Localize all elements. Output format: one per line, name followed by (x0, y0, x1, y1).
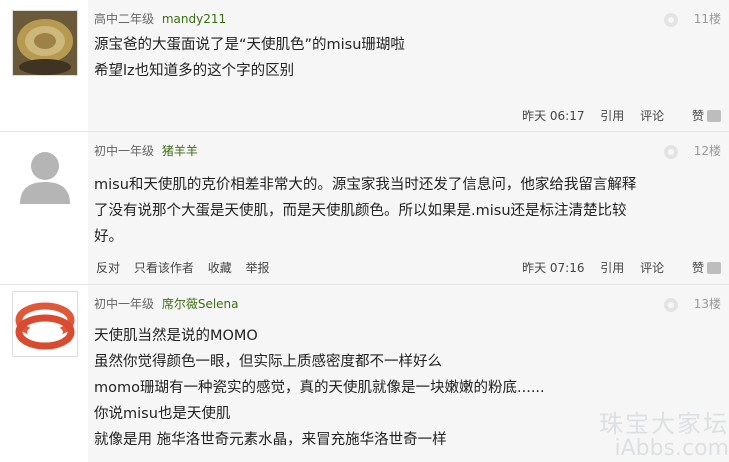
post-actions: 昨天 06:17 引用 评论 赞 (510, 107, 721, 124)
thumbs-up-icon (707, 262, 721, 274)
post-meta: 高中二年级 mandy211 (94, 10, 226, 27)
like-button[interactable]: 赞 (680, 261, 721, 275)
post-left-actions: 反对 只看该作者 收藏 举报 (96, 259, 280, 276)
watermark-url: iAbbs.com (614, 435, 729, 461)
post-content: misu和天使肌的克价相差非常大的。源宝家我当时还发了信息问，他家给我留言解释 … (94, 172, 719, 250)
floor-number: 13楼 (663, 295, 721, 312)
quote-icon[interactable] (663, 12, 678, 27)
floor-label: 11楼 (693, 12, 721, 26)
floor-label: 13楼 (693, 297, 721, 311)
post-meta: 初中一年级 猪羊羊 (94, 142, 198, 159)
username-link[interactable]: mandy211 (162, 12, 226, 26)
avatar[interactable] (12, 142, 78, 208)
comment-link[interactable]: 评论 (640, 109, 664, 123)
content-line: 源宝爸的大蛋面说了是“天使肌色”的misu珊瑚啦 (94, 37, 405, 53)
content-line: 天使肌当然是说的MOMO (94, 328, 258, 344)
default-user-icon (12, 142, 78, 208)
post-floor-12: 初中一年级 猪羊羊 12楼 misu和天使肌的克价相差非常大的。源宝家我当时还发… (0, 132, 729, 285)
user-level: 初中一年级 (94, 297, 155, 311)
content-line: momo珊瑚有一种瓷实的感觉，真的天使肌就像是一块嫩嫩的粉底...... (94, 380, 545, 396)
floor-number: 12楼 (663, 142, 721, 159)
favorite-link[interactable]: 收藏 (208, 261, 232, 275)
content-line: 好。 (94, 229, 123, 245)
like-button[interactable]: 赞 (680, 109, 721, 123)
thumbs-up-icon (707, 110, 721, 122)
avatar[interactable] (12, 291, 78, 357)
like-label: 赞 (691, 261, 704, 275)
user-level: 高中二年级 (94, 12, 155, 26)
comment-link[interactable]: 评论 (640, 261, 664, 275)
like-label: 赞 (691, 109, 704, 123)
report-link[interactable]: 举报 (246, 261, 270, 275)
post-floor-11: 高中二年级 mandy211 11楼 源宝爸的大蛋面说了是“天使肌色”的misu… (0, 0, 729, 132)
post-body: 初中一年级 猪羊羊 12楼 misu和天使肌的克价相差非常大的。源宝家我当时还发… (88, 132, 729, 284)
floor-number: 11楼 (663, 10, 721, 27)
avatar[interactable] (12, 10, 78, 76)
quote-icon[interactable] (663, 297, 678, 312)
watermark-title: 珠宝大家坛 (599, 409, 729, 438)
quote-icon[interactable] (663, 144, 678, 159)
coral-bracelet-photo-icon (13, 292, 77, 356)
gold-plate-photo-icon (13, 11, 77, 75)
username-link[interactable]: 席尔薇Selena (162, 297, 239, 311)
post-time: 昨天 07:16 (522, 261, 585, 275)
reply-link[interactable]: 引用 (600, 109, 624, 123)
post-body: 高中二年级 mandy211 11楼 源宝爸的大蛋面说了是“天使肌色”的misu… (88, 0, 729, 131)
author-only-link[interactable]: 只看该作者 (134, 261, 194, 275)
post-content: 源宝爸的大蛋面说了是“天使肌色”的misu珊瑚啦 希望lz也知道多的这个字的区别 (94, 32, 719, 84)
content-line: 希望lz也知道多的这个字的区别 (94, 63, 295, 79)
oppose-link[interactable]: 反对 (96, 261, 120, 275)
site-watermark: 珠宝大家坛 iAbbs.com (599, 409, 729, 461)
post-time: 昨天 06:17 (522, 109, 585, 123)
content-line: 虽然你觉得颜色一眼，但实际上质感密度都不一样好么 (94, 354, 442, 370)
floor-label: 12楼 (693, 144, 721, 158)
reply-link[interactable]: 引用 (600, 261, 624, 275)
content-line: misu和天使肌的克价相差非常大的。源宝家我当时还发了信息问，他家给我留言解释 (94, 177, 637, 193)
user-level: 初中一年级 (94, 144, 155, 158)
post-actions: 昨天 07:16 引用 评论 赞 (510, 259, 721, 276)
username-link[interactable]: 猪羊羊 (162, 144, 198, 158)
post-meta: 初中一年级 席尔薇Selena (94, 295, 239, 312)
content-line: 了没有说那个大蛋是天使肌，而是天使肌颜色。所以如果是.misu还是标注清楚比较 (94, 203, 627, 219)
